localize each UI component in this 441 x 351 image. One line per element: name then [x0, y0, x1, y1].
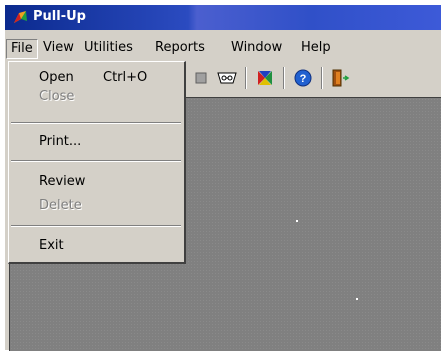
menu-item-review[interactable]: Review — [9, 172, 183, 192]
help-icon: ? — [294, 69, 312, 87]
svg-text:?: ? — [300, 73, 307, 85]
client-speck — [356, 298, 358, 300]
menu-item-exit[interactable]: Exit — [9, 236, 183, 256]
tape-button[interactable] — [215, 66, 239, 90]
menu-window[interactable]: Window — [227, 39, 286, 57]
tape-cassette-icon — [217, 72, 237, 84]
menu-item-open[interactable]: Open Ctrl+O — [9, 68, 183, 88]
client-speck — [296, 220, 298, 222]
help-button[interactable]: ? — [291, 66, 315, 90]
menu-file[interactable]: File — [6, 39, 38, 59]
menu-item-print[interactable]: Print... — [9, 132, 183, 152]
menu-item-close[interactable]: Close — [9, 87, 183, 107]
menu-bar: File View Utilities Reports Window Help — [5, 37, 441, 59]
menu-item-label: Open — [39, 70, 74, 85]
menu-item-delete[interactable]: Delete — [9, 196, 183, 216]
title-bar[interactable]: Pull-Up — [5, 5, 441, 30]
stop-button[interactable] — [189, 66, 213, 90]
stop-icon — [195, 72, 207, 84]
menu-help[interactable]: Help — [297, 39, 335, 57]
menu-separator — [11, 160, 181, 162]
menu-item-label: Review — [39, 174, 86, 189]
exit-button[interactable] — [328, 66, 352, 90]
menu-item-label: Delete — [39, 198, 82, 213]
toolbar-separator — [321, 67, 323, 89]
exit-door-icon — [332, 69, 350, 87]
menu-view[interactable]: View — [39, 39, 78, 57]
menu-item-label: Print... — [39, 134, 82, 149]
menu-separator — [11, 225, 181, 227]
app-icon — [14, 11, 27, 23]
toolbar-separator — [283, 67, 285, 89]
hourglass-button[interactable] — [253, 66, 277, 90]
window-title: Pull-Up — [33, 9, 86, 24]
toolbar-separator — [245, 67, 247, 89]
menu-item-shortcut: Ctrl+O — [103, 70, 148, 85]
hourglass-icon — [258, 71, 272, 85]
menu-reports[interactable]: Reports — [151, 39, 209, 57]
menu-utilities[interactable]: Utilities — [80, 39, 137, 57]
menu-item-label: Close — [39, 89, 75, 104]
file-menu-dropdown: Open Ctrl+O Close Print... Review Delete… — [8, 61, 186, 264]
menu-item-label: Exit — [39, 238, 64, 253]
menu-separator — [11, 122, 181, 124]
